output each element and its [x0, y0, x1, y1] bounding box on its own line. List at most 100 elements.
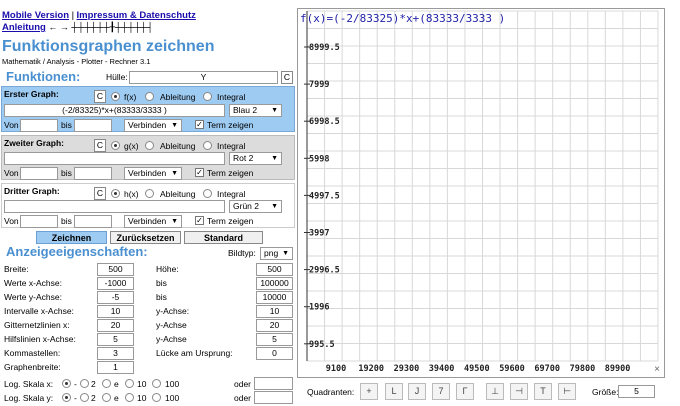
hilfs-y-input[interactable]: 5 [256, 333, 293, 346]
graph3-bis-label: bis [61, 216, 72, 226]
anleitung-link[interactable]: Anleitung [2, 22, 46, 33]
logx-radio-2[interactable] [80, 379, 89, 388]
chevron-down-icon: ▼ [271, 203, 278, 210]
graph3-expression-input[interactable] [4, 200, 225, 213]
groesse-input[interactable]: 5 [618, 385, 655, 398]
graph3-term-checkbox[interactable]: ✓ [195, 216, 204, 225]
graph3-radio-hx[interactable] [111, 189, 120, 198]
graph2-mode-select[interactable]: Verbinden ▼ [124, 167, 182, 180]
intervalle-y-label: y-Achse: [156, 306, 190, 316]
graph1-mode-select[interactable]: Verbinden ▼ [124, 119, 182, 132]
graph2-clear-button[interactable]: C [94, 139, 106, 152]
graph3-mode-select[interactable]: Verbinden ▼ [124, 215, 182, 228]
logx-radio-100[interactable] [152, 379, 161, 388]
y-tick-label: 3997 [309, 229, 329, 239]
x-min-input[interactable]: -1000 [97, 277, 134, 290]
intervalle-y-input[interactable]: 10 [256, 305, 293, 318]
gitter-y-input[interactable]: 20 [256, 319, 293, 332]
graph3-clear-button[interactable]: C [94, 187, 106, 200]
y-min-input[interactable]: -5 [97, 291, 134, 304]
graph3-label-integral: Integral [217, 189, 246, 199]
graph1-color-select[interactable]: Blau 2 ▼ [229, 104, 282, 117]
komma-input[interactable]: 3 [97, 347, 134, 360]
graph3-bis-input[interactable] [74, 215, 112, 228]
logy-opt-2: 2 [91, 393, 96, 403]
quadrant-button-3[interactable]: J [408, 383, 426, 400]
bildtyp-select[interactable]: png ▼ [260, 247, 293, 260]
quadrant-button-5[interactable]: Γ [456, 383, 474, 400]
y-max-input[interactable]: 10000 [256, 291, 293, 304]
close-icon[interactable]: × [654, 364, 660, 375]
x-tick-label: 19200 [358, 364, 384, 374]
zuruecksetzen-button[interactable]: Zurücksetzen [110, 231, 181, 244]
page-subtitle: Mathematik / Analysis - Plotter - Rechne… [2, 57, 151, 66]
graph3-radio-ableitung[interactable] [145, 189, 154, 198]
intervalle-x-input[interactable]: 10 [97, 305, 134, 318]
y-tick-label: 995.5 [309, 340, 335, 350]
chevron-down-icon: ▼ [271, 107, 278, 114]
logx-radio-none[interactable] [62, 379, 71, 388]
quadrant-button-4[interactable]: 7 [432, 383, 450, 400]
graphenbreite-input[interactable]: 1 [97, 361, 134, 374]
logx-opt-e: e [114, 379, 119, 389]
quadrant-button-6[interactable]: ⊥ [486, 383, 504, 400]
logx-radio-10[interactable] [125, 379, 134, 388]
breite-label: Breite: [4, 264, 29, 274]
standard-button[interactable]: Standard [184, 231, 263, 244]
huelle-clear-button[interactable]: C [281, 71, 293, 84]
graph2-von-input[interactable] [20, 167, 58, 180]
hoehe-input[interactable]: 500 [256, 263, 293, 276]
logx-opt-10: 10 [137, 379, 147, 389]
graph1-von-label: Von [4, 120, 19, 130]
logx-radio-e[interactable] [102, 379, 111, 388]
logy-radio-2[interactable] [80, 393, 89, 402]
logx-oder-label: oder [234, 379, 252, 389]
bildtyp-label: Bildtyp: [228, 248, 256, 258]
graph2-radio-ableitung[interactable] [145, 141, 154, 150]
graph2-color-select[interactable]: Rot 2 ▼ [229, 152, 282, 165]
y-axis-ticks: 8999.5 7999 6998.5 5998 4997.5 3997 2996.5 1996… [304, 43, 340, 350]
graph1-radio-fx[interactable] [111, 92, 120, 101]
quadrant-button-1[interactable]: + [360, 383, 378, 400]
graph3-von-input[interactable] [20, 215, 58, 228]
logy-radio-100[interactable] [152, 393, 161, 402]
x-max-input[interactable]: 100000 [256, 277, 293, 290]
graph2-expression-input[interactable] [4, 152, 225, 165]
graph1-term-checkbox[interactable]: ✓ [195, 120, 204, 129]
impressum-link[interactable]: Impressum & Datenschutz [77, 10, 196, 21]
graph1-bis-input[interactable] [74, 119, 112, 132]
logy-radio-10[interactable] [125, 393, 134, 402]
plot-formula: f(x)=(-2/83325)*x+(83333/3333 ) [300, 12, 506, 25]
mobile-version-link[interactable]: Mobile Version [2, 10, 69, 21]
graph1-label-ableitung: Ableitung [160, 92, 196, 102]
quadrant-button-8[interactable]: T [534, 383, 552, 400]
huelle-input[interactable]: Y [129, 71, 278, 84]
quadrant-button-7[interactable]: ⊣ [510, 383, 528, 400]
quadrant-button-9[interactable]: ⊢ [558, 383, 576, 400]
graph2-radio-integral[interactable] [203, 141, 212, 150]
graph2-bis-input[interactable] [74, 167, 112, 180]
logy-custom-input[interactable] [254, 391, 293, 404]
chevron-down-icon: ▼ [171, 122, 178, 129]
logx-custom-input[interactable] [254, 377, 293, 390]
graph2-term-checkbox[interactable]: ✓ [195, 168, 204, 177]
chevron-down-icon: ▼ [171, 170, 178, 177]
quadrant-button-2[interactable]: L [385, 383, 403, 400]
graph3-title: Dritter Graph: [4, 186, 60, 196]
logy-radio-none[interactable] [62, 393, 71, 402]
gitter-x-input[interactable]: 20 [97, 319, 134, 332]
logy-radio-e[interactable] [102, 393, 111, 402]
graph1-clear-button[interactable]: C [94, 90, 106, 103]
luecke-input[interactable]: 0 [256, 347, 293, 360]
graph1-radio-integral[interactable] [203, 92, 212, 101]
breite-input[interactable]: 500 [97, 263, 134, 276]
graph2-radio-gx[interactable] [111, 141, 120, 150]
graph1-radio-ableitung[interactable] [145, 92, 154, 101]
graph3-color-select[interactable]: Grün 2 ▼ [229, 200, 282, 213]
graph1-expression-input[interactable]: (-2/83325)*x+(83333/3333 ) [4, 104, 225, 117]
graph1-von-input[interactable] [20, 119, 58, 132]
graph3-radio-integral[interactable] [203, 189, 212, 198]
zeichnen-button[interactable]: Zeichnen [36, 231, 107, 244]
hilfs-x-input[interactable]: 5 [97, 333, 134, 346]
y-tick-label: 1996 [309, 303, 329, 313]
